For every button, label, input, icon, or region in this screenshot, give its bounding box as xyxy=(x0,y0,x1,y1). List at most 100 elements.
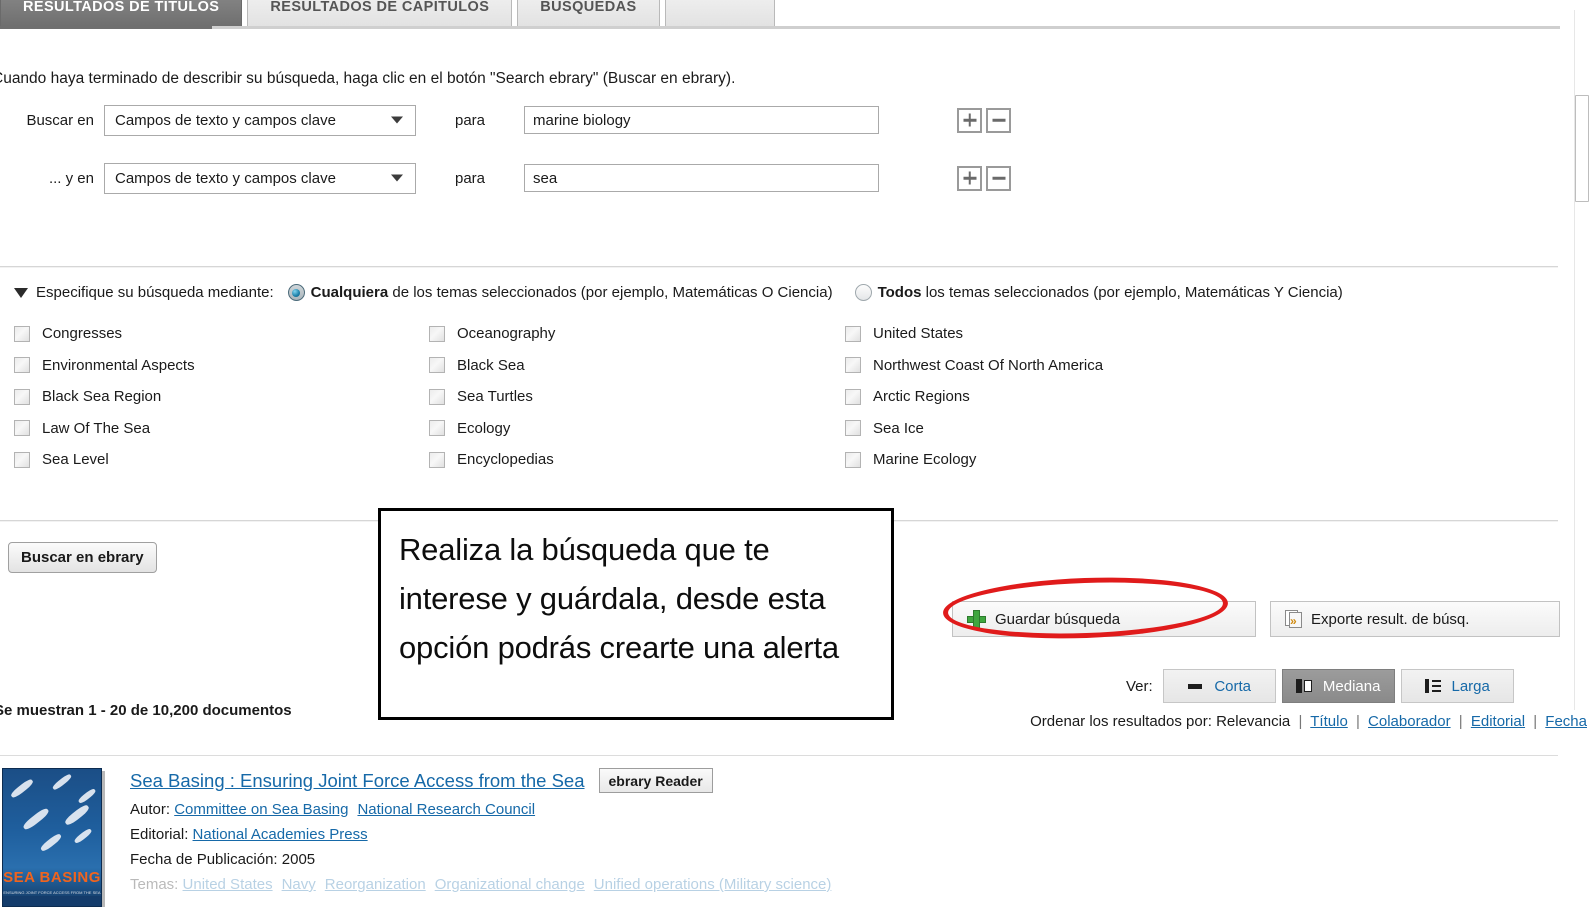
topic-checkbox-row[interactable]: Black Sea Region xyxy=(14,381,195,413)
page-scrollbar-thumb[interactable] xyxy=(1575,95,1589,202)
date-value: 2005 xyxy=(281,851,316,868)
author-link-1[interactable]: Committee on Sea Basing xyxy=(174,801,348,818)
view-mode-larga-button[interactable]: Larga xyxy=(1400,669,1514,703)
topic-label: Congresses xyxy=(42,325,123,343)
topic-checkbox-row[interactable]: Encyclopedias xyxy=(429,444,555,476)
results-list-divider xyxy=(0,755,1558,756)
topic-label: Oceanography xyxy=(457,325,556,343)
tab-busquedas[interactable]: BÚSQUEDAS xyxy=(517,0,660,26)
topic-label: Northwest Coast Of North America xyxy=(873,356,1104,374)
sort-results-bar: Ordenar los resultados por: Relevancia |… xyxy=(1030,713,1587,730)
topic-checkbox-row[interactable]: Ecology xyxy=(429,413,555,445)
triangle-down-icon[interactable] xyxy=(14,287,28,298)
sort-separator: | xyxy=(1355,713,1360,730)
topic-checkbox-row[interactable]: Northwest Coast Of North America xyxy=(845,350,1103,382)
topic-link-5[interactable]: Unified operations (Military science) xyxy=(594,876,832,893)
sort-link-titulo[interactable]: Título xyxy=(1310,713,1348,730)
topic-link-4[interactable]: Organizational change xyxy=(435,876,585,893)
checkbox-icon[interactable] xyxy=(429,357,445,374)
topic-checkbox-row[interactable]: Law Of The Sea xyxy=(14,413,195,445)
topic-checkbox-row[interactable]: Black Sea xyxy=(429,350,555,382)
sort-separator: | xyxy=(1458,713,1463,730)
row-1-add-remove-group xyxy=(957,107,1011,133)
result-title-link[interactable]: Sea Basing : Ensuring Joint Force Access… xyxy=(130,770,585,792)
radio-all-topics-label: Todos los temas seleccionados (por ejemp… xyxy=(878,284,1343,301)
sort-link-fecha[interactable]: Fecha xyxy=(1545,713,1587,730)
tab-label: BÚSQUEDAS xyxy=(540,0,637,15)
checkbox-icon[interactable] xyxy=(845,451,861,468)
topic-label: Sea Turtles xyxy=(457,388,533,406)
topic-column-3: United States Northwest Coast Of North A… xyxy=(845,318,1103,476)
checkbox-icon[interactable] xyxy=(14,420,30,437)
plus-box-icon[interactable] xyxy=(957,107,982,133)
search-query-input-1[interactable] xyxy=(524,106,879,134)
book-cover-bottom-strip xyxy=(3,896,101,906)
checkbox-icon[interactable] xyxy=(14,451,30,468)
topic-link-3[interactable]: Reorganization xyxy=(325,876,426,893)
view-mode-corta-button[interactable]: Corta xyxy=(1162,669,1276,703)
checkbox-icon[interactable] xyxy=(845,420,861,437)
book-cover-subtitle: ENSURING JOINT FORCE ACCESS FROM THE SEA xyxy=(3,890,101,895)
minus-box-icon[interactable] xyxy=(986,165,1011,191)
view-mode-mediana-button[interactable]: Mediana xyxy=(1281,669,1395,703)
checkbox-icon[interactable] xyxy=(845,388,861,405)
results-tab-bar: RESULTADOS DE TÍTULOS RESULTADOS DE CAPÍ… xyxy=(0,0,1590,30)
page-scrollbar-track[interactable] xyxy=(1574,10,1590,710)
search-field-select-1[interactable]: Campos de texto y campos clave xyxy=(104,104,416,136)
author-link-2[interactable]: National Research Council xyxy=(357,801,535,818)
ebrary-reader-button[interactable]: ebrary Reader xyxy=(598,768,713,793)
search-row-1-label: Buscar en xyxy=(26,111,94,129)
checkbox-icon[interactable] xyxy=(14,357,30,374)
topic-checkbox-row[interactable]: Environmental Aspects xyxy=(14,350,195,382)
checkbox-icon[interactable] xyxy=(845,325,861,342)
ebrary-search-results-page: RESULTADOS DE TÍTULOS RESULTADOS DE CAPÍ… xyxy=(0,0,1590,907)
tab-resultados-de-capitulos[interactable]: RESULTADOS DE CAPÍTULOS xyxy=(247,0,513,26)
search-instruction-text: Cuando haya terminado de describir su bú… xyxy=(0,70,736,87)
sort-label: Ordenar los resultados por: xyxy=(1030,713,1212,730)
checkbox-icon[interactable] xyxy=(429,451,445,468)
topic-checkbox-row[interactable]: Marine Ecology xyxy=(845,444,1103,476)
topic-checkbox-row[interactable]: Sea Turtles xyxy=(429,381,555,413)
plus-box-icon[interactable] xyxy=(957,165,982,191)
search-field-select-2-value: Campos de texto y campos clave xyxy=(115,169,336,187)
checkbox-icon[interactable] xyxy=(429,420,445,437)
tab-resultados-de-titulos[interactable]: RESULTADOS DE TÍTULOS xyxy=(0,0,243,26)
topic-checkbox-row[interactable]: Sea Ice xyxy=(845,413,1103,445)
export-search-results-button[interactable]: » Exporte result. de búsq. xyxy=(1270,601,1560,637)
search-ebrary-button[interactable]: Buscar en ebrary xyxy=(8,542,157,573)
search-field-select-2[interactable]: Campos de texto y campos clave xyxy=(104,162,416,194)
sort-link-colaborador[interactable]: Colaborador xyxy=(1368,713,1451,730)
checkbox-icon[interactable] xyxy=(429,325,445,342)
topic-label: Sea Ice xyxy=(873,419,924,437)
topic-link-2[interactable]: Navy xyxy=(282,876,316,893)
tab-label: RESULTADOS DE CAPÍTULOS xyxy=(270,0,490,15)
topic-column-1: Congresses Environmental Aspects Black S… xyxy=(14,318,195,476)
topic-checkbox-row[interactable]: Arctic Regions xyxy=(845,381,1103,413)
search-query-input-2[interactable] xyxy=(524,164,879,192)
export-pages-icon: » xyxy=(1285,609,1305,629)
result-topics-line: Temas: United States Navy Reorganization Or… xyxy=(130,872,840,897)
checkbox-icon[interactable] xyxy=(14,325,30,342)
export-search-label: Exporte result. de búsq. xyxy=(1311,610,1470,628)
minus-box-icon[interactable] xyxy=(986,107,1011,133)
checkbox-icon[interactable] xyxy=(429,388,445,405)
topic-label: Environmental Aspects xyxy=(42,356,195,374)
radio-any-topics[interactable] xyxy=(287,284,305,301)
radio-all-topics[interactable] xyxy=(854,284,872,301)
topic-checkbox-row[interactable]: United States xyxy=(845,318,1103,350)
topic-link-1[interactable]: United States xyxy=(183,876,273,893)
tab-empty-slot xyxy=(664,0,775,26)
view-mode-corta-label: Corta xyxy=(1214,677,1252,695)
publisher-link[interactable]: National Academies Press xyxy=(193,826,368,843)
topic-checkbox-row[interactable]: Oceanography xyxy=(429,318,555,350)
topics-label: Temas: xyxy=(130,876,179,893)
topic-checkbox-row[interactable]: Sea Level xyxy=(14,444,195,476)
topic-label: Ecology xyxy=(457,419,511,437)
checkbox-icon[interactable] xyxy=(14,388,30,405)
book-cover-thumbnail[interactable]: SEA BASING ENSURING JOINT FORCE ACCESS F… xyxy=(2,768,102,907)
topic-label: Arctic Regions xyxy=(873,388,970,406)
result-publisher-line: Editorial: National Academies Press xyxy=(130,822,840,847)
checkbox-icon[interactable] xyxy=(845,357,861,374)
topic-checkbox-row[interactable]: Congresses xyxy=(14,318,195,350)
sort-link-editorial[interactable]: Editorial xyxy=(1471,713,1525,730)
